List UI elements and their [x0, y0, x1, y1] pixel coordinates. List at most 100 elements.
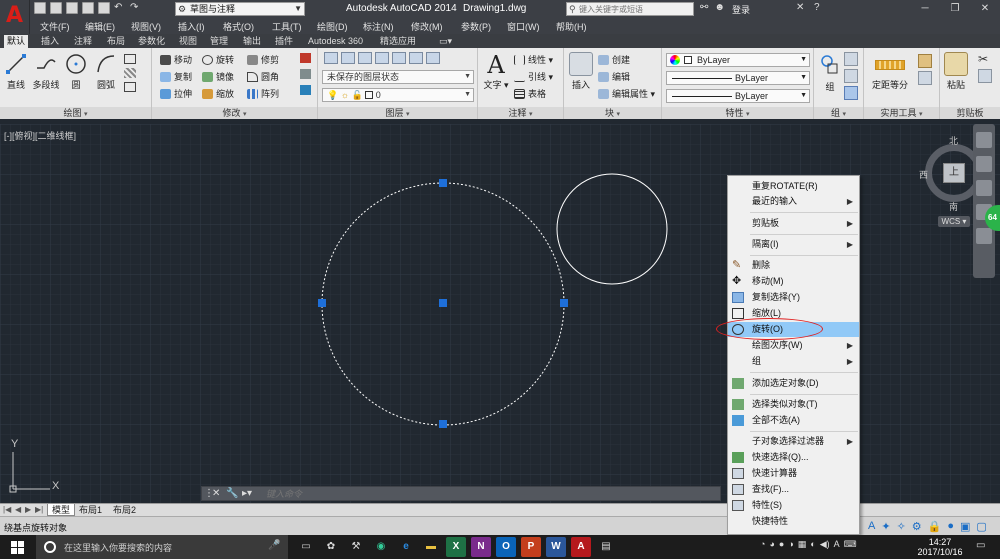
menu-find[interactable]: 查找(F)...	[728, 482, 859, 497]
layer-off-icon[interactable]	[409, 52, 423, 64]
menu-repeat-rotate[interactable]: 重复ROTATE(R)	[728, 179, 859, 194]
group-button[interactable]: 组	[818, 52, 842, 93]
menu-rotate[interactable]: 旋转(O)	[728, 322, 859, 337]
menu-modify[interactable]: 修改(M)	[411, 20, 443, 33]
array-button[interactable]: 阵列	[247, 87, 279, 101]
grip-center[interactable]	[439, 299, 447, 307]
panel-groups-title[interactable]: 组 ▾	[814, 107, 863, 119]
wrench-icon[interactable]: 🔧	[226, 487, 238, 500]
tab-view[interactable]: 视图	[176, 35, 200, 48]
menu-properties[interactable]: 特性(S)	[728, 498, 859, 513]
help-search[interactable]: ⚲	[566, 2, 694, 16]
layer-properties-icon[interactable]	[324, 52, 338, 64]
restore-icon[interactable]: ❐	[940, 0, 970, 18]
menu-deselect-all[interactable]: 全部不选(A)	[728, 413, 859, 428]
menu-select-similar[interactable]: 选择类似对象(T)	[728, 397, 859, 412]
tab-insert[interactable]: 插入	[38, 35, 62, 48]
tab-layout[interactable]: 布局	[104, 35, 128, 48]
menu-scale[interactable]: 缩放(L)	[728, 306, 859, 321]
recent-commands-icon[interactable]: ▸▾	[242, 487, 252, 500]
microphone-icon[interactable]: 🎤	[268, 540, 280, 551]
notification-center-icon[interactable]: ▭	[976, 540, 985, 551]
insert-block-button[interactable]: 插入	[566, 52, 596, 91]
workspace-select[interactable]: ⚙ 草图与注释 ▼	[175, 2, 305, 16]
paste-button[interactable]: 粘贴	[942, 52, 970, 91]
scale-button[interactable]: 缩放	[202, 87, 234, 101]
file-explorer-icon[interactable]: ▬	[421, 537, 441, 557]
panel-block-title[interactable]: 块 ▾	[564, 107, 661, 119]
explode-icon[interactable]	[300, 69, 311, 79]
tab-output[interactable]: 输出	[240, 35, 264, 48]
ungroup-icon[interactable]	[844, 52, 858, 66]
current-layer-select[interactable]: 💡 ☼ 🔓 0 ▼	[322, 88, 474, 102]
menu-quick-properties[interactable]: 快捷特性	[728, 514, 859, 529]
last-tab-icon[interactable]: ▶|	[35, 505, 43, 514]
panel-layers-title[interactable]: 图层 ▾	[318, 107, 477, 119]
menu-edit[interactable]: 编辑(E)	[85, 20, 115, 33]
close-icon[interactable]: ✕	[212, 487, 220, 500]
menu-view[interactable]: 视图(V)	[131, 20, 161, 33]
menu-insert[interactable]: 插入(I)	[178, 20, 205, 33]
layer-freeze-icon[interactable]	[392, 52, 406, 64]
trim-button[interactable]: 修剪	[247, 53, 279, 67]
panel-properties-title[interactable]: 特性 ▾	[662, 107, 813, 119]
group-edit-icon[interactable]	[844, 69, 858, 83]
login-link[interactable]: 登录	[732, 3, 750, 16]
onenote-icon[interactable]: N	[471, 537, 491, 557]
tab-plugins[interactable]: 插件	[272, 35, 296, 48]
menu-window[interactable]: 窗口(W)	[507, 20, 540, 33]
linetype-select[interactable]: ByLayer ▼	[666, 71, 810, 85]
layer-isolate-icon[interactable]	[375, 52, 389, 64]
layer-state-select[interactable]: 未保存的图层状态 ▼	[322, 70, 474, 84]
wcs-menu[interactable]: WCS ▾	[938, 216, 970, 227]
ime-mode-icon[interactable]: ⌨	[844, 539, 857, 550]
menu-subobject-filter[interactable]: 子对象选择过滤器 ▶	[728, 434, 859, 449]
start-button[interactable]	[0, 535, 36, 559]
exchange-icon[interactable]: ✕	[796, 2, 804, 13]
edge-icon[interactable]: e	[396, 537, 416, 557]
copy-button[interactable]: 复制	[160, 70, 192, 84]
text-button[interactable]: A 文字 ▾	[482, 52, 510, 91]
lineweight-select[interactable]: ByLayer ▼	[666, 89, 810, 103]
menu-add-selected[interactable]: 添加选定对象(D)	[728, 376, 859, 391]
auto-scale-icon[interactable]: ✧	[897, 520, 906, 533]
tab-model[interactable]: 模型	[47, 504, 76, 516]
panel-annotation-title[interactable]: 注释 ▾	[478, 107, 563, 119]
group-select-icon[interactable]	[844, 86, 858, 100]
ime-icon[interactable]: A	[834, 539, 840, 550]
menu-file[interactable]: 文件(F)	[40, 20, 70, 33]
tab-layout2[interactable]: 布局2	[109, 504, 140, 516]
menu-parametric[interactable]: 参数(P)	[461, 20, 491, 33]
next-tab-icon[interactable]: ▶	[25, 505, 31, 514]
taskbar-search[interactable]: 在这里输入你要搜索的内容 🎤	[36, 535, 288, 559]
save-icon[interactable]	[66, 2, 78, 14]
menu-draw-order[interactable]: 绘图次序(W) ▶	[728, 338, 859, 353]
table-button[interactable]: 表格	[514, 87, 546, 101]
menu-group[interactable]: 组 ▶	[728, 354, 859, 369]
menu-help[interactable]: 帮助(H)	[556, 20, 587, 33]
menu-move[interactable]: ✥ 移动(M)	[728, 274, 859, 289]
cut-icon[interactable]: ✂	[978, 52, 992, 66]
tray-icon[interactable]: ◑	[788, 539, 793, 550]
workspace-switch-icon[interactable]: ⚙	[912, 520, 922, 533]
leader-button[interactable]: 引线 ▾	[514, 70, 553, 84]
network-icon[interactable]: ▦	[798, 539, 807, 550]
rectangle-icon[interactable]	[124, 54, 136, 64]
tray-icon[interactable]: ◕	[769, 539, 774, 550]
hatch-icon[interactable]	[124, 68, 136, 78]
offset-icon[interactable]	[300, 85, 311, 95]
menu-erase[interactable]: ✎ 删除	[728, 258, 859, 273]
erase-icon[interactable]	[300, 53, 311, 63]
menu-format[interactable]: 格式(O)	[223, 20, 254, 33]
tab-autodesk-360[interactable]: Autodesk 360	[305, 35, 366, 48]
word-icon[interactable]: W	[546, 537, 566, 557]
steering-wheel-icon[interactable]	[976, 132, 992, 148]
user-icon[interactable]: ☻	[714, 2, 725, 13]
menu-quick-select[interactable]: 快速选择(Q)...	[728, 450, 859, 465]
grip-bottom[interactable]	[439, 420, 447, 428]
tab-layout1[interactable]: 布局1	[75, 504, 106, 516]
outlook-icon[interactable]: O	[496, 537, 516, 557]
prev-tab-icon[interactable]: ◀	[15, 505, 21, 514]
menu-isolate[interactable]: 隔离(I) ▶	[728, 237, 859, 252]
tray-icon[interactable]: ◐	[810, 539, 815, 550]
